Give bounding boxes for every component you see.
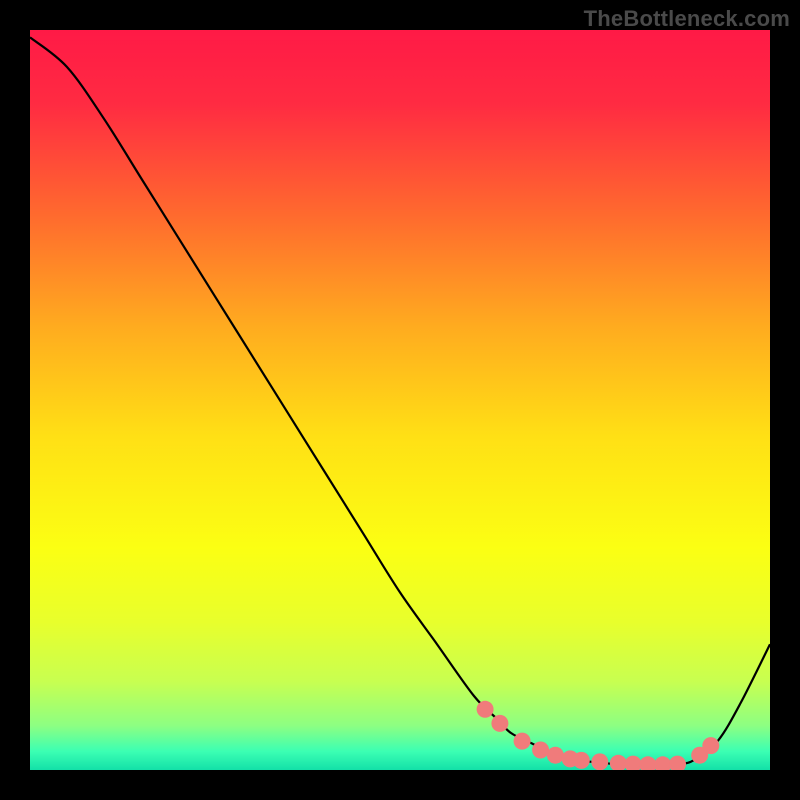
data-marker bbox=[532, 742, 549, 759]
data-marker bbox=[654, 756, 671, 773]
data-marker bbox=[477, 701, 494, 718]
data-marker bbox=[514, 733, 531, 750]
data-marker bbox=[573, 752, 590, 769]
data-marker bbox=[625, 756, 642, 773]
data-marker bbox=[610, 755, 627, 772]
bottleneck-chart bbox=[0, 0, 800, 800]
chart-frame: { "watermark": "TheBottleneck.com", "plo… bbox=[0, 0, 800, 800]
data-marker bbox=[547, 747, 564, 764]
data-marker bbox=[491, 715, 508, 732]
data-marker bbox=[591, 753, 608, 770]
plot-background bbox=[30, 30, 770, 770]
data-marker bbox=[702, 737, 719, 754]
data-marker bbox=[639, 756, 656, 773]
data-marker bbox=[669, 756, 686, 773]
